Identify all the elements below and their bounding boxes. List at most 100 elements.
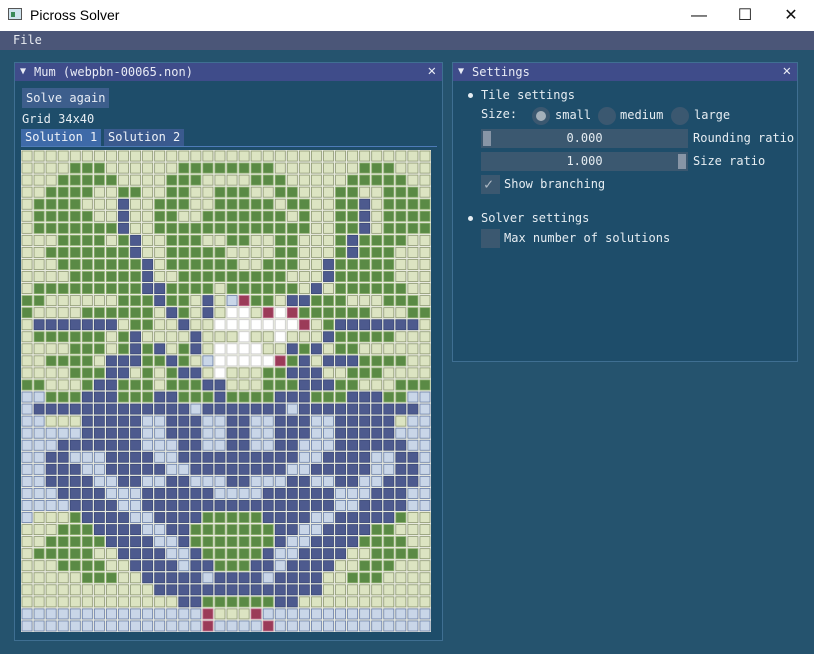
grid-tile[interactable] (57, 271, 69, 282)
grid-tile[interactable] (214, 560, 226, 572)
grid-tile[interactable] (347, 210, 359, 222)
grid-tile[interactable] (250, 283, 262, 295)
grid-tile[interactable] (118, 463, 129, 475)
grid-tile[interactable] (166, 319, 178, 331)
grid-tile[interactable] (118, 331, 129, 343)
grid-tile[interactable] (57, 331, 69, 343)
grid-tile[interactable] (202, 186, 214, 198)
grid-tile[interactable] (311, 415, 322, 427)
grid-tile[interactable] (347, 512, 359, 523)
grid-tile[interactable] (45, 524, 57, 535)
grid-tile[interactable] (323, 548, 334, 560)
grid-tile[interactable] (419, 222, 431, 234)
grid-tile[interactable] (33, 162, 45, 174)
grid-tile[interactable] (69, 427, 81, 439)
grid-tile[interactable] (347, 608, 359, 620)
grid-tile[interactable] (214, 487, 226, 499)
grid-tile[interactable] (407, 186, 419, 198)
grid-tile[interactable] (298, 343, 310, 355)
grid-tile[interactable] (371, 198, 383, 210)
grid-tile[interactable] (118, 548, 129, 560)
grid-tile[interactable] (298, 584, 310, 596)
grid-tile[interactable] (395, 596, 407, 608)
grid-tile[interactable] (419, 379, 431, 391)
grid-tile[interactable] (226, 355, 238, 367)
grid-tile[interactable] (33, 536, 45, 548)
grid-tile[interactable] (118, 283, 129, 295)
grid-tile[interactable] (33, 439, 45, 451)
grid-tile[interactable] (395, 150, 407, 162)
show-branching-checkbox[interactable]: ✓ (481, 175, 500, 194)
grid-tile[interactable] (383, 487, 395, 499)
grid-tile[interactable] (154, 427, 166, 439)
grid-tile[interactable] (57, 295, 69, 307)
grid-tile[interactable] (214, 439, 226, 451)
grid-tile[interactable] (93, 307, 105, 319)
grid-tile[interactable] (33, 584, 45, 596)
size-small-label[interactable]: small (555, 108, 591, 122)
grid-tile[interactable] (335, 307, 346, 319)
grid-tile[interactable] (226, 234, 238, 246)
grid-tile[interactable] (323, 620, 334, 632)
grid-tile[interactable] (298, 475, 310, 487)
grid-tile[interactable] (395, 548, 407, 560)
grid-tile[interactable] (21, 186, 33, 198)
grid-tile[interactable] (383, 427, 395, 439)
grid-tile[interactable] (33, 283, 45, 295)
grid-tile[interactable] (419, 234, 431, 246)
grid-tile[interactable] (178, 560, 190, 572)
grid-tile[interactable] (311, 548, 322, 560)
grid-tile[interactable] (419, 512, 431, 523)
grid-tile[interactable] (407, 295, 419, 307)
grid-tile[interactable] (93, 162, 105, 174)
grid-tile[interactable] (250, 403, 262, 415)
grid-tile[interactable] (166, 367, 178, 379)
grid-tile[interactable] (359, 620, 371, 632)
grid-tile[interactable] (347, 162, 359, 174)
grid-tile[interactable] (45, 451, 57, 463)
grid-tile[interactable] (154, 524, 166, 535)
grid-tile[interactable] (154, 247, 166, 258)
grid-tile[interactable] (93, 512, 105, 523)
grid-tile[interactable] (130, 487, 141, 499)
grid-tile[interactable] (359, 319, 371, 331)
grid-tile[interactable] (371, 222, 383, 234)
grid-tile[interactable] (311, 427, 322, 439)
grid-tile[interactable] (238, 367, 250, 379)
grid-tile[interactable] (106, 198, 117, 210)
grid-tile[interactable] (419, 524, 431, 535)
grid-tile[interactable] (190, 439, 202, 451)
grid-tile[interactable] (166, 283, 178, 295)
grid-tile[interactable] (286, 500, 298, 511)
grid-tile[interactable] (142, 259, 154, 270)
grid-tile[interactable] (142, 475, 154, 487)
grid-tile[interactable] (202, 500, 214, 511)
grid-tile[interactable] (298, 451, 310, 463)
grid-tile[interactable] (154, 271, 166, 282)
grid-tile[interactable] (298, 307, 310, 319)
grid-tile[interactable] (81, 343, 93, 355)
grid-tile[interactable] (142, 343, 154, 355)
grid-tile[interactable] (202, 596, 214, 608)
grid-tile[interactable] (33, 560, 45, 572)
grid-tile[interactable] (250, 247, 262, 258)
grid-tile[interactable] (419, 451, 431, 463)
grid-tile[interactable] (226, 271, 238, 282)
grid-tile[interactable] (178, 186, 190, 198)
grid-tile[interactable] (298, 403, 310, 415)
grid-tile[interactable] (45, 487, 57, 499)
grid-tile[interactable] (311, 307, 322, 319)
grid-tile[interactable] (118, 475, 129, 487)
grid-tile[interactable] (262, 439, 274, 451)
grid-tile[interactable] (262, 512, 274, 523)
grid-tile[interactable] (323, 198, 334, 210)
grid-tile[interactable] (323, 234, 334, 246)
grid-tile[interactable] (33, 379, 45, 391)
grid-tile[interactable] (214, 259, 226, 270)
grid-tile[interactable] (166, 343, 178, 355)
grid-tile[interactable] (347, 536, 359, 548)
grid-tile[interactable] (335, 210, 346, 222)
grid-tile[interactable] (142, 487, 154, 499)
grid-tile[interactable] (335, 331, 346, 343)
grid-tile[interactable] (69, 451, 81, 463)
